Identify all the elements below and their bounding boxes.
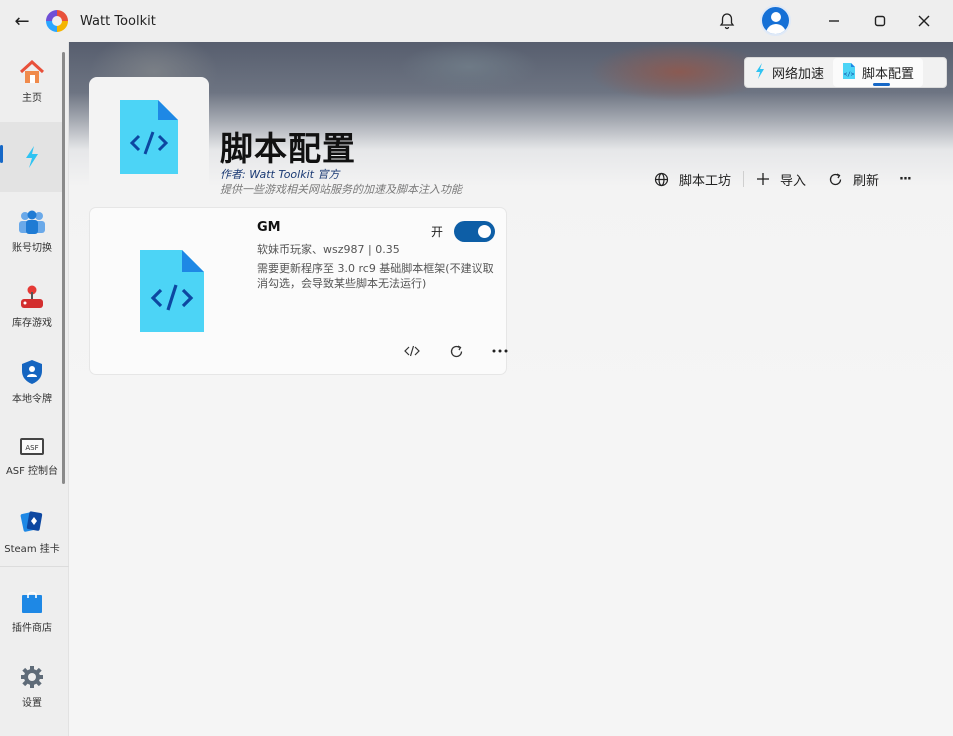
tab-script-config[interactable]: </> 脚本配置: [833, 58, 924, 87]
user-avatar[interactable]: [760, 5, 791, 36]
shield-icon: [22, 360, 42, 384]
script-description: 需要更新程序至 3.0 rc9 基础脚本框架(不建议取消勾选，会导致某些脚本无法…: [257, 262, 494, 290]
main-content: 网络加速 </> 脚本配置 脚本配置 作者: Watt Toolkit 官方 提…: [69, 42, 953, 736]
sidebar-item-label: 账号切换: [12, 243, 52, 254]
sidebar-item-games[interactable]: 库存游戏: [0, 272, 64, 342]
store-icon: [22, 591, 42, 613]
maximize-icon[interactable]: [866, 7, 894, 35]
more-icon[interactable]: [478, 341, 522, 361]
more-icon: ···: [899, 171, 912, 187]
tab-label: 脚本配置: [862, 67, 915, 82]
close-icon[interactable]: [910, 7, 938, 35]
gear-icon: [21, 666, 43, 688]
script-file-icon: [138, 248, 206, 338]
lightning-icon: [754, 62, 766, 84]
sidebar-item-label: 主页: [22, 93, 42, 104]
sidebar-divider: [0, 566, 69, 567]
sidebar-item-accounts[interactable]: 账号切换: [0, 197, 64, 267]
workshop-button[interactable]: 脚本工坊: [654, 170, 731, 189]
joystick-icon: [21, 285, 43, 308]
refresh-label: 刷新: [853, 173, 880, 189]
app-title: Watt Toolkit: [80, 13, 156, 29]
sidebar-item-label: 库存游戏: [12, 318, 52, 329]
code-icon[interactable]: [390, 341, 434, 361]
toolbar: 脚本工坊 导入 刷新 ···: [654, 168, 912, 190]
tab-label: 网络加速: [772, 67, 825, 82]
sidebar-item-label: 本地令牌: [12, 394, 52, 405]
plus-icon: [756, 172, 770, 186]
author-line: 作者: Watt Toolkit 官方: [220, 168, 340, 181]
tab-bar: 网络加速 </> 脚本配置: [744, 57, 947, 88]
sidebar-item-authenticator[interactable]: 本地令牌: [0, 347, 64, 417]
script-file-icon: </>: [842, 62, 856, 84]
sidebar-item-label: 设置: [22, 698, 42, 709]
sidebar-item-label: 插件商店: [12, 623, 52, 634]
sidebar-item-asf[interactable]: ASF ASF 控制台: [0, 422, 64, 492]
script-header-icon: [89, 77, 209, 197]
page-title: 脚本配置: [220, 129, 356, 168]
svg-text:ASF: ASF: [25, 444, 38, 452]
script-card[interactable]: GM 软妹币玩家、wsz987 | 0.35 需要更新程序至 3.0 rc9 基…: [89, 207, 508, 375]
tab-network-accelerate[interactable]: 网络加速: [745, 58, 833, 87]
globe-icon: [654, 172, 669, 187]
card-actions: [390, 341, 522, 361]
toggle-label: 开: [431, 225, 444, 239]
title-bar: ← Watt Toolkit: [0, 0, 953, 42]
users-icon: [19, 210, 45, 234]
more-options-button[interactable]: ···: [899, 171, 912, 187]
sidebar: 主页 账号切换 库存游戏 本地令牌 ASF ASF 控制台 Steam 挂卡 插…: [0, 42, 69, 736]
cards-icon: [20, 511, 43, 532]
sidebar-item-label: ASF 控制台: [5, 466, 59, 477]
script-enable-toggle[interactable]: [454, 221, 495, 242]
sidebar-item-accelerate[interactable]: [0, 122, 64, 192]
lightning-icon: [26, 146, 38, 168]
sidebar-item-label: Steam 挂卡: [4, 544, 60, 555]
home-icon: [19, 60, 45, 83]
workshop-label: 脚本工坊: [679, 173, 732, 189]
refresh-icon: [828, 172, 843, 187]
sidebar-item-home[interactable]: 主页: [0, 47, 64, 117]
svg-text:</>: </>: [844, 71, 855, 78]
refresh-button[interactable]: 刷新: [828, 170, 879, 189]
toolbar-divider: [743, 171, 745, 187]
app-logo-icon: [46, 10, 68, 32]
sidebar-scrollbar[interactable]: [62, 52, 65, 484]
import-button[interactable]: 导入: [756, 170, 806, 189]
refresh-icon[interactable]: [434, 341, 478, 361]
sidebar-item-settings[interactable]: 设置: [0, 652, 64, 722]
import-label: 导入: [780, 173, 807, 189]
script-meta: 软妹币玩家、wsz987 | 0.35: [257, 243, 400, 256]
sidebar-item-idle[interactable]: Steam 挂卡: [0, 497, 64, 567]
active-indicator: [0, 145, 3, 163]
back-arrow-icon[interactable]: ←: [0, 0, 44, 42]
page-description: 提供一些游戏相关网站服务的加速及脚本注入功能: [220, 183, 462, 196]
bell-icon[interactable]: [716, 10, 738, 32]
minimize-icon[interactable]: [820, 7, 848, 35]
script-title: GM: [257, 220, 281, 235]
sidebar-item-plugin-store[interactable]: 插件商店: [0, 577, 64, 647]
asf-icon: ASF: [20, 438, 44, 455]
